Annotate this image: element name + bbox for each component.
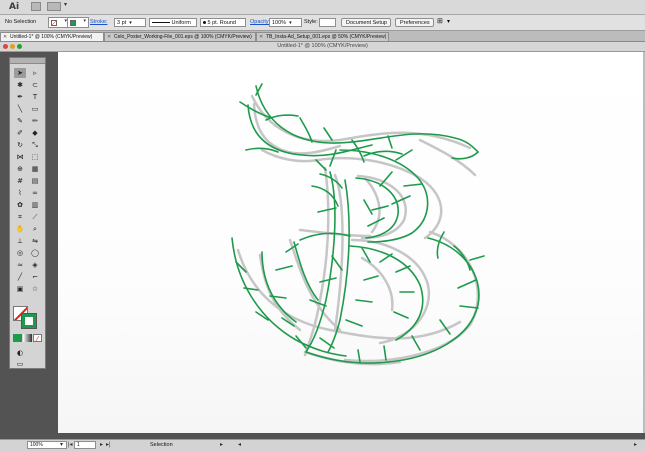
variable-width-profile-select[interactable]: Uniform [149,18,197,27]
mesh-tool-icon[interactable]: # [14,176,26,186]
selection-tool-icon[interactable]: ➤ [14,68,26,78]
zoom-dropdown-icon[interactable]: ▾ [60,441,63,449]
document-tabs: ✕ Untitled-1* @ 100% (CMYK/Preview) ✕ Ce… [0,31,645,42]
green-ink-strokes [231,83,485,364]
eraser-tool-icon[interactable]: ◆ [29,128,41,138]
hand-tool-icon[interactable]: ✋ [14,224,26,234]
current-tool-status: Selection [150,442,173,448]
artboard-tool-icon[interactable]: ⌗ [14,212,26,222]
panel-menu-icon[interactable]: ▾ [447,18,450,27]
knife-tool-icon[interactable]: ⟂ [14,236,26,246]
close-icon[interactable]: ✕ [259,33,263,41]
profile-label: Uniform [171,20,191,26]
scale-tool-icon[interactable]: ⤡ [29,140,41,150]
star-tool-icon[interactable]: ☆ [29,284,41,294]
pencil-tool-icon[interactable]: ✏ [29,116,41,126]
reflect-tool-icon[interactable]: ⇋ [29,236,41,246]
column-graph-tool-icon[interactable]: ▥ [29,200,41,210]
scroll-right-icon[interactable]: ▸ [634,441,637,449]
fill-stroke-widget[interactable] [13,306,41,332]
measure-tool-icon[interactable]: ╱ [14,272,26,282]
crop-tool-icon[interactable]: ⌐ [29,272,41,282]
tab-label: Untitled-1* @ 100% (CMYK/Preview) [10,34,93,40]
live-paint-tool-icon[interactable]: ◈ [29,260,41,270]
artboard-number-field[interactable]: 1 [74,441,96,449]
brush-label: 5 pt. Round [207,20,236,26]
status-menu-icon[interactable]: ▸ [220,441,223,449]
tab-celo-poster[interactable]: ✕ Celo_Poster_Working-File_001.eps @ 100… [104,32,256,41]
pen-tool-icon[interactable]: ✒ [14,92,26,102]
first-artboard-icon[interactable]: |◂ [68,441,73,449]
tools-panel: ➤ ▹ ✱ ⊂ ✒ T ╲ ▭ ✎ ✏ ✐ ◆ ↻ ⤡ ⋈ ⬚ ⊕ ▦ # ▤ … [9,57,46,369]
magic-wand-tool-icon[interactable]: ✱ [14,80,26,90]
bridge-icon[interactable] [31,2,41,11]
shaper-tool-icon[interactable]: ◎ [14,248,26,258]
letter-b-artwork[interactable] [58,52,643,433]
stroke-inner-icon [25,317,33,325]
zoom-tool-icon[interactable]: ⌕ [29,224,41,234]
document-setup-button[interactable]: Document Setup [341,18,391,27]
chevron-down-icon: ▾ [83,18,86,24]
application-bar: Ai [0,0,645,15]
panel-grip[interactable] [10,58,45,64]
document-window-titlebar: Untitled-1* @ 100% (CMYK/Preview) [0,42,645,52]
direct-selection-tool-icon[interactable]: ▹ [29,68,41,78]
style-label: Style: [304,19,318,25]
rotate-tool-icon[interactable]: ↻ [14,140,26,150]
app-logo: Ai [9,2,20,12]
control-bar: No Selection ▾ ▾ Stroke: 3 pt Uniform 5 … [0,15,645,31]
fill-none-icon [51,20,57,26]
gradient-tool-icon[interactable]: ▤ [29,176,41,186]
free-transform-tool-icon[interactable]: ⬚ [29,152,41,162]
color-mode-icon[interactable] [13,334,22,342]
none-mode-icon[interactable]: ⁄ [33,334,42,343]
profile-line-icon [152,22,170,24]
opacity-panel-link[interactable]: Opacity: [250,18,270,27]
draw-normal-icon[interactable]: ◐ [14,348,26,358]
shape-builder-tool-icon[interactable]: ⊕ [14,164,26,174]
graphic-style-picker[interactable] [319,18,336,27]
close-icon[interactable]: ✕ [3,33,7,41]
preferences-button[interactable]: Preferences [395,18,434,27]
tab-label: Celo_Poster_Working-File_001.eps @ 100% … [114,34,252,40]
stroke-color-icon [70,20,76,26]
ellipse-tool-icon[interactable]: ◯ [29,248,41,258]
print-tiling-tool-icon[interactable]: ▣ [14,284,26,294]
tab-label: TB_Insta-Ad_Setup_001.eps @ 50% (CMYK/Pr… [266,34,387,40]
scroll-left-icon[interactable]: ◂ [238,441,241,449]
slice-tool-icon[interactable]: ⟋ [29,212,41,222]
stroke-weight-field[interactable]: 3 pt [114,18,146,27]
artboard-canvas[interactable] [58,52,643,433]
next-artboard-icon[interactable]: ▸ [100,441,103,449]
screen-mode-icon[interactable]: ▭ [14,359,26,369]
symbol-sprayer-tool-icon[interactable]: ✿ [14,200,26,210]
paintbrush-tool-icon[interactable]: ✎ [14,116,26,126]
blend-tool-icon[interactable]: ∞ [29,188,41,198]
gradient-mode-icon[interactable] [23,334,32,342]
opacity-field[interactable]: 100% [269,18,302,27]
type-tool-icon[interactable]: T [29,92,41,102]
line-segment-tool-icon[interactable]: ╲ [14,104,26,114]
eyedropper-tool-icon[interactable]: ⌇ [14,188,26,198]
lasso-tool-icon[interactable]: ⊂ [29,80,41,90]
warp-tool-icon[interactable]: ≈ [14,260,26,270]
close-icon[interactable]: ✕ [107,33,111,41]
status-bar: 100% ▾ |◂ 1 ▸ ▸| Selection ▸ ◂ ▸ [0,439,645,451]
stroke-panel-link[interactable]: Stroke: [90,18,107,27]
perspective-grid-tool-icon[interactable]: ▦ [29,164,41,174]
brush-dot-icon [203,21,206,25]
rectangle-tool-icon[interactable]: ▭ [29,104,41,114]
stroke-color-swatch[interactable] [21,313,37,329]
arrange-documents-icon[interactable] [47,1,67,11]
tab-tb-insta-ad[interactable]: ✕ TB_Insta-Ad_Setup_001.eps @ 50% (CMYK/… [256,32,389,41]
tab-untitled-1[interactable]: ✕ Untitled-1* @ 100% (CMYK/Preview) [0,32,104,41]
selection-status: No Selection [5,19,37,25]
stroke-swatch[interactable]: ▾ [67,17,89,28]
window-title: Untitled-1* @ 100% (CMYK/Preview) [277,43,368,49]
last-artboard-icon[interactable]: ▸| [106,441,111,449]
align-icon[interactable]: ⊞ [437,18,443,27]
width-tool-icon[interactable]: ⋈ [14,152,26,162]
blob-brush-tool-icon[interactable]: ✐ [14,128,26,138]
brush-definition-select[interactable]: 5 pt. Round [200,18,246,27]
